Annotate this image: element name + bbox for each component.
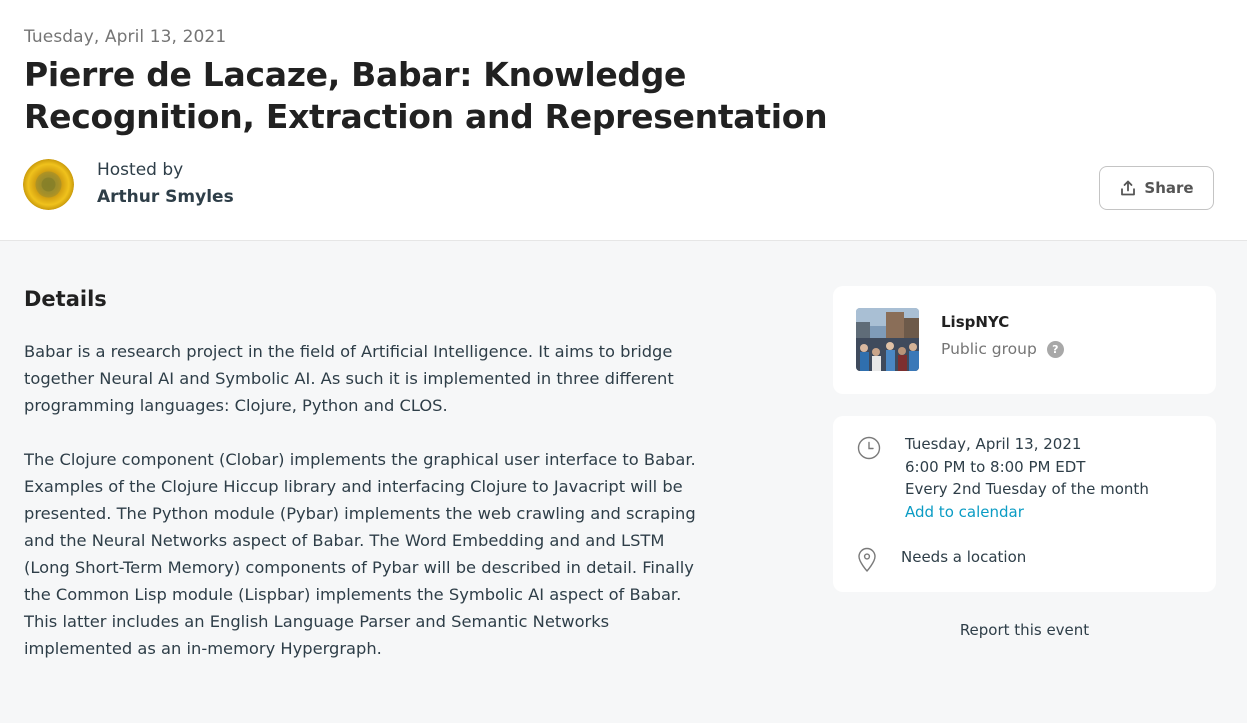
clock-icon — [857, 436, 881, 460]
group-card[interactable]: LispNYC Public group ? — [833, 286, 1216, 394]
details-paragraph: Babar is a research project in the field… — [24, 342, 674, 415]
group-photo[interactable] — [856, 308, 919, 371]
host-name[interactable]: Arthur Smyles — [97, 187, 234, 207]
hosted-by-label: Hosted by — [97, 160, 184, 180]
share-button[interactable]: Share — [1099, 166, 1214, 210]
details-paragraph: The Clojure component (Clobar) implement… — [24, 450, 696, 658]
group-photo-image — [856, 308, 919, 371]
location-pin-icon — [858, 547, 876, 572]
group-name[interactable]: LispNYC — [941, 313, 1009, 331]
event-title: Pierre de Lacaze, Babar: Knowledge Recog… — [24, 55, 828, 136]
share-icon — [1121, 180, 1136, 196]
details-heading: Details — [24, 287, 107, 311]
event-recurrence: Every 2nd Tuesday of the month — [905, 480, 1149, 499]
group-type: Public group ? — [941, 340, 1064, 358]
event-date: Tuesday, April 13, 2021 — [24, 27, 227, 47]
sunflower-avatar-icon — [23, 159, 74, 210]
help-icon[interactable]: ? — [1046, 340, 1064, 358]
add-to-calendar-link[interactable]: Add to calendar — [905, 501, 1149, 524]
event-time-date: Tuesday, April 13, 2021 — [905, 435, 1082, 453]
location-text: Needs a location — [901, 548, 1027, 566]
time-location-card: Tuesday, April 13, 2021 6:00 PM to 8:00 … — [833, 416, 1216, 592]
host-avatar[interactable] — [23, 159, 74, 210]
event-time-range: 6:00 PM to 8:00 PM EDT — [905, 457, 1086, 476]
share-label: Share — [1144, 179, 1194, 197]
event-time-block: Tuesday, April 13, 2021 6:00 PM to 8:00 … — [905, 433, 1149, 524]
group-type-label: Public group — [941, 340, 1037, 358]
event-header: Tuesday, April 13, 2021 Pierre de Lacaze… — [0, 0, 1247, 241]
report-event-link[interactable]: Report this event — [833, 621, 1216, 639]
